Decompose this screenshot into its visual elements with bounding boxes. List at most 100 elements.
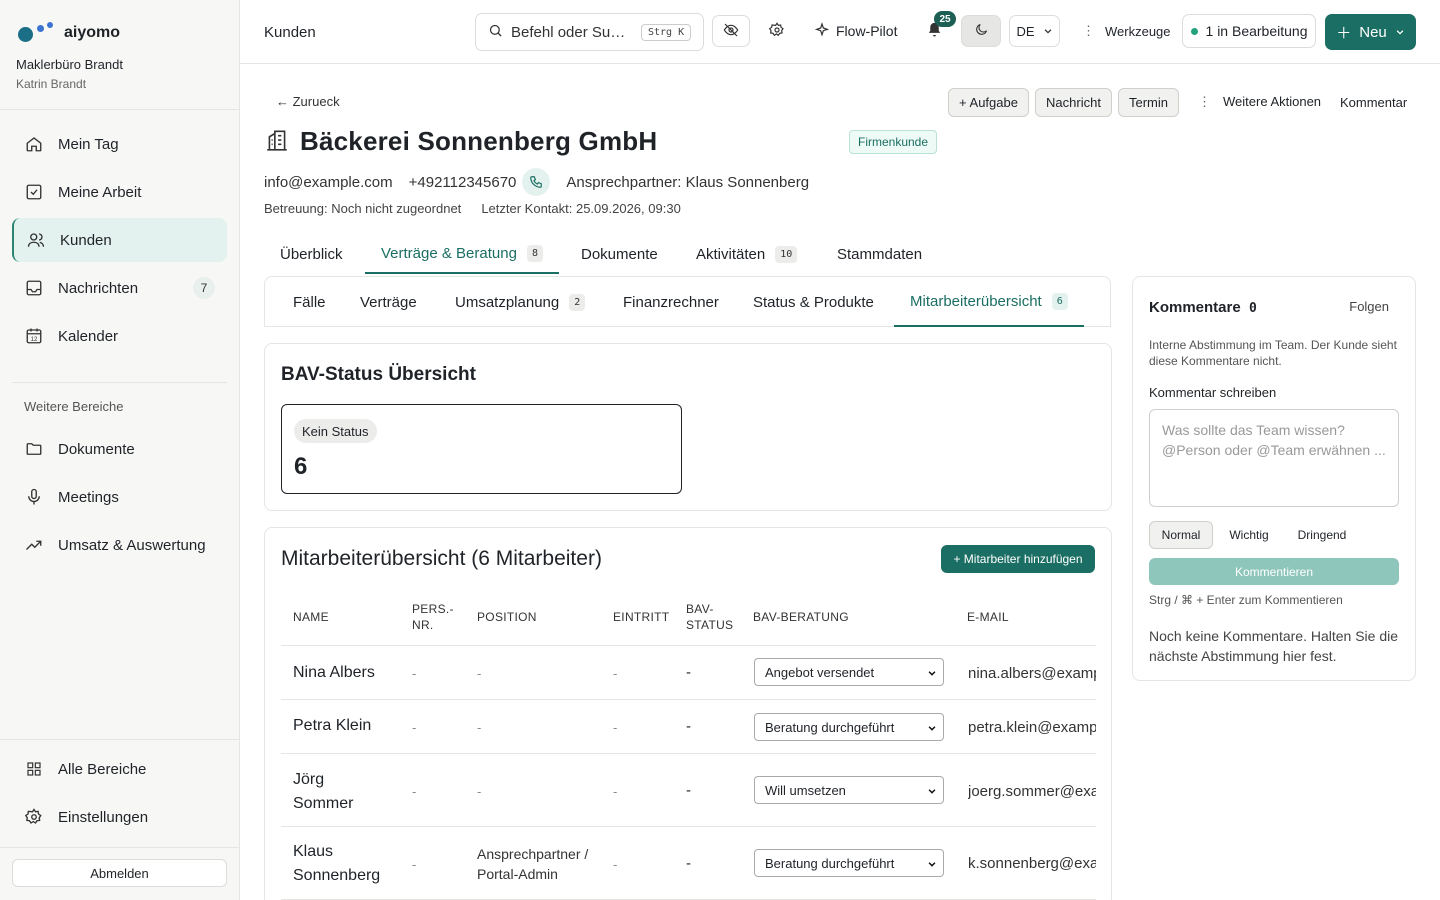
tab-dokumente[interactable]: Dokumente bbox=[565, 234, 674, 274]
new-label: Neu bbox=[1359, 23, 1387, 41]
sidebar-item-umsatz[interactable]: Umsatz & Auswertung bbox=[12, 523, 227, 567]
submit-comment-button[interactable]: Kommentieren bbox=[1149, 558, 1399, 585]
chevron-down-icon bbox=[927, 666, 937, 681]
follow-button[interactable]: Folgen bbox=[1349, 299, 1389, 314]
flow-pilot-button[interactable]: Flow-Pilot bbox=[814, 16, 897, 46]
tab-ueberblick[interactable]: Überblick bbox=[264, 234, 359, 274]
sidebar-item-kunden[interactable]: Kunden bbox=[12, 218, 227, 262]
subtab-vertraege[interactable]: Verträge bbox=[344, 277, 433, 327]
sidebar-item-nachrichten[interactable]: Nachrichten 7 bbox=[12, 266, 227, 310]
comments-panel: Kommentare 0 Folgen Interne Abstimmung i… bbox=[1132, 276, 1416, 681]
sidebar-item-einstellungen[interactable]: Einstellungen bbox=[12, 795, 227, 839]
brand-name: aiyomo bbox=[64, 24, 121, 41]
priority-urgent-button[interactable]: Dringend bbox=[1289, 521, 1355, 549]
sidebar-item-dokumente[interactable]: Dokumente bbox=[12, 427, 227, 471]
select-value: Beratung durchgeführt bbox=[765, 855, 895, 871]
phone-number[interactable]: +492112345670 bbox=[409, 174, 517, 191]
bav-beratung-select[interactable]: Angebot versendet bbox=[754, 658, 944, 686]
flow-pilot-label: Flow-Pilot bbox=[836, 23, 898, 39]
subtab-mitarbeiteruebersicht[interactable]: Mitarbeiterübersicht 6 bbox=[894, 277, 1084, 327]
status-dot-icon bbox=[1190, 27, 1198, 35]
comments-description: Interne Abstimmung im Team. Der Kunde si… bbox=[1149, 338, 1397, 368]
settings-button[interactable] bbox=[768, 16, 785, 46]
tools-button[interactable]: ⋮ Werkzeuge bbox=[1082, 16, 1171, 46]
add-task-button[interactable]: + Aufgabe bbox=[948, 88, 1029, 117]
dark-mode-toggle[interactable] bbox=[961, 15, 1001, 47]
keyboard-hint: Strg / ⌘ + Enter zum Kommentieren bbox=[1149, 593, 1343, 607]
divider bbox=[0, 847, 239, 848]
sidebar-item-alle-bereiche[interactable]: Alle Bereiche bbox=[12, 747, 227, 791]
topbar: Kunden Befehl oder Suche Strg K Flow-Pil… bbox=[240, 0, 1440, 64]
logout-button[interactable]: Abmelden bbox=[12, 859, 227, 887]
comment-textarea[interactable]: Was sollte das Team wissen? @Person oder… bbox=[1149, 409, 1399, 507]
sparkle-icon bbox=[814, 21, 830, 41]
grid-icon bbox=[24, 759, 44, 779]
employee-email[interactable]: joerg.sommer@example.com bbox=[968, 783, 1096, 800]
priority-important-button[interactable]: Wichtig bbox=[1219, 521, 1279, 549]
subtab-status-produkte[interactable]: Status & Produkte bbox=[737, 277, 890, 327]
employee-email[interactable]: nina.albers@example.com bbox=[968, 665, 1096, 682]
add-employee-button[interactable]: + Mitarbeiter hinzufügen bbox=[941, 545, 1095, 573]
inbox-icon bbox=[24, 278, 44, 298]
more-vertical-icon: ⋮ bbox=[1198, 94, 1211, 109]
language-select[interactable]: DE bbox=[1009, 15, 1060, 47]
sidebar-item-meetings[interactable]: Meetings bbox=[12, 475, 227, 519]
tab-count: 10 bbox=[775, 245, 798, 263]
column-header[interactable]: PERS.-NR. bbox=[412, 601, 462, 633]
phone-icon[interactable] bbox=[522, 168, 551, 196]
search-placeholder: Befehl oder Suche bbox=[511, 23, 629, 41]
bav-beratung-select[interactable]: Beratung durchgeführt bbox=[754, 849, 944, 877]
tab-stammdaten[interactable]: Stammdaten bbox=[821, 234, 938, 274]
employee-email[interactable]: k.sonnenberg@example.com bbox=[968, 855, 1096, 872]
message-button[interactable]: Nachricht bbox=[1035, 88, 1112, 117]
subtab-finanzrechner[interactable]: Finanzrechner bbox=[607, 277, 735, 327]
divider bbox=[0, 739, 239, 740]
privacy-toggle-button[interactable] bbox=[712, 15, 750, 47]
bav-beratung-select[interactable]: Beratung durchgeführt bbox=[754, 713, 944, 741]
subtab-umsatzplanung[interactable]: Umsatzplanung 2 bbox=[439, 277, 601, 327]
tab-vertraege-beratung[interactable]: Verträge & Beratung 8 bbox=[365, 234, 559, 274]
trending-up-icon bbox=[24, 535, 44, 555]
new-button[interactable]: ＋ Neu bbox=[1325, 14, 1416, 50]
language-value: DE bbox=[1016, 23, 1035, 39]
customer-type-badge: Firmenkunde bbox=[849, 130, 938, 154]
column-header[interactable]: EINTRITT bbox=[613, 610, 669, 624]
more-actions-button[interactable]: ⋮ Weitere Aktionen bbox=[1198, 94, 1321, 110]
notification-count-badge: 25 bbox=[934, 11, 956, 27]
subtab-count: 2 bbox=[569, 293, 586, 311]
column-header[interactable]: E-MAIL bbox=[967, 610, 1009, 624]
subtab-faelle[interactable]: Fälle bbox=[277, 277, 342, 327]
sidebar-item-kalender[interactable]: 12 Kalender bbox=[12, 314, 227, 358]
employee-email[interactable]: petra.klein@example.com bbox=[968, 719, 1096, 736]
tab-label: Überblick bbox=[280, 245, 343, 263]
column-header[interactable]: BAV-BERATUNG bbox=[753, 610, 849, 624]
tab-label: Aktivitäten bbox=[696, 245, 766, 263]
bav-beratung-select[interactable]: Will umsetzen bbox=[754, 776, 944, 804]
divider bbox=[12, 382, 227, 383]
tab-label: Stammdaten bbox=[837, 245, 923, 263]
command-search-input[interactable]: Befehl oder Suche Strg K bbox=[475, 13, 704, 51]
sidebar-item-meine-arbeit[interactable]: Meine Arbeit bbox=[12, 170, 227, 214]
in-progress-button[interactable]: 1 in Bearbeitung bbox=[1182, 14, 1316, 48]
column-header[interactable]: POSITION bbox=[477, 610, 537, 624]
back-link[interactable]: ← Zurueck bbox=[276, 94, 340, 109]
tab-count: 8 bbox=[526, 244, 543, 262]
comment-toggle-button[interactable]: Kommentar bbox=[1340, 95, 1407, 110]
sidebar-item-mein-tag[interactable]: Mein Tag bbox=[12, 122, 227, 166]
priority-normal-button[interactable]: Normal bbox=[1149, 521, 1213, 549]
appointment-button[interactable]: Termin bbox=[1118, 88, 1179, 117]
column-header[interactable]: NAME bbox=[293, 610, 329, 624]
status-summary-box[interactable]: Kein Status 6 bbox=[281, 404, 682, 494]
subtab-label: Verträge bbox=[360, 293, 417, 311]
tab-aktivitaeten[interactable]: Aktivitäten 10 bbox=[680, 234, 813, 274]
subtab-label: Status & Produkte bbox=[753, 293, 874, 311]
sidebar: aiyomo Maklerbüro Brandt Katrin Brandt M… bbox=[0, 0, 240, 900]
bav-status: - bbox=[686, 718, 691, 735]
email-link[interactable]: info@example.com bbox=[264, 174, 393, 191]
position: Ansprechpartner / Portal-Admin bbox=[477, 846, 589, 882]
moon-icon bbox=[974, 22, 989, 40]
brand[interactable]: aiyomo bbox=[18, 22, 120, 44]
microphone-icon bbox=[24, 487, 44, 507]
user-name: Katrin Brandt bbox=[16, 77, 87, 91]
column-header[interactable]: BAV-STATUS bbox=[686, 601, 736, 633]
